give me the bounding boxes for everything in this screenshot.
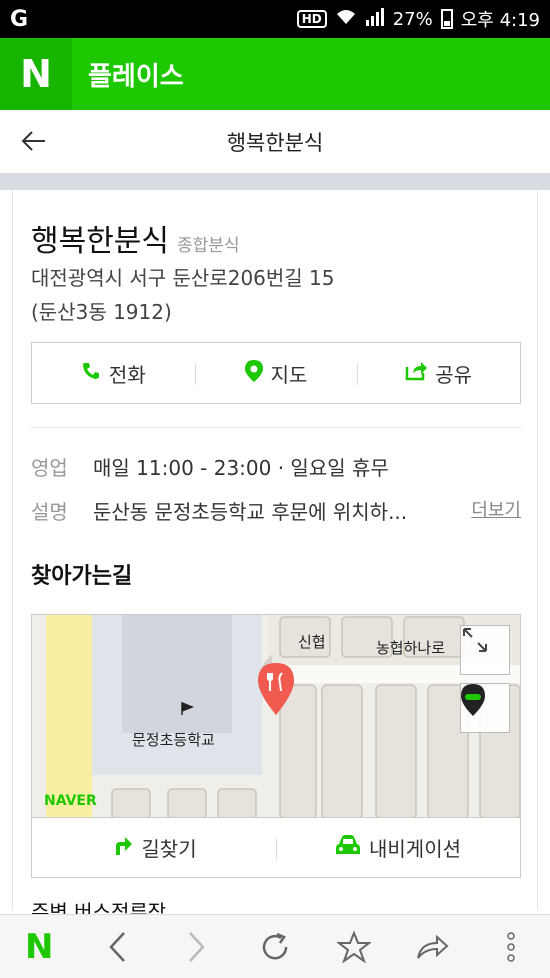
separator — [0, 174, 550, 190]
hours-value: 매일 11:00 - 23:00 · 일요일 휴무 — [93, 456, 389, 480]
share-icon — [405, 361, 428, 386]
naver-home-icon[interactable]: N — [9, 917, 69, 977]
map-label-bank2: 농협하나로 — [376, 639, 446, 657]
app-header: N 플레이스 — [0, 38, 550, 110]
refresh-icon[interactable] — [245, 917, 305, 977]
title-bar: 행복한분식 — [0, 110, 550, 174]
directions-title: 찾아가는길 — [31, 564, 133, 589]
route-bar: 길찾기 내비게이션 — [31, 818, 521, 878]
screen: G HD 27% 오후 4:19 N 플레이스 행복한분식 행복한분식종합분식 — [0, 0, 550, 978]
app-title: 플레이스 — [88, 61, 184, 92]
route-label: 길찾기 — [141, 837, 197, 861]
turn-right-icon — [111, 834, 133, 861]
back-icon[interactable] — [88, 917, 148, 977]
description-value: 둔산동 문정초등학교 후문에 위치하... — [93, 500, 408, 524]
hours-row: 영업 매일 11:00 - 23:00 · 일요일 휴무 — [31, 452, 521, 481]
map-button[interactable]: 지도 — [194, 343, 358, 403]
call-label: 전화 — [108, 362, 146, 387]
clock: 오후 4:19 — [460, 10, 540, 31]
share-label: 공유 — [435, 362, 473, 387]
signal-icon — [365, 7, 385, 31]
map-pin-icon — [244, 359, 263, 387]
browser-toolbar: N — [0, 914, 550, 978]
navigation-button[interactable]: 내비게이션 — [276, 818, 520, 877]
place-card: 행복한분식 종합분식 대전광역시 서구 둔산로206번길 15 (둔산3동 191… — [12, 190, 538, 924]
action-bar: 전화 지도 공유 — [31, 342, 521, 404]
map-label-school: 문정초등학교 — [132, 731, 215, 749]
map-graphic — [32, 615, 520, 817]
status-icons: HD 27% 오후 4:19 — [296, 6, 540, 32]
naver-map-logo: NAVER — [44, 793, 97, 809]
more-link[interactable]: 더보기 — [471, 496, 521, 525]
map-view[interactable]: 신협 농협하나로 문정초등학교 NAVER — [31, 614, 521, 818]
phone-icon — [81, 361, 101, 386]
place-name-row: 행복한분식 종합분식 — [31, 216, 240, 260]
address-line-2: (둔산3동 1912) — [31, 300, 172, 324]
g-icon: G — [10, 6, 29, 32]
navigation-label: 내비게이션 — [369, 837, 461, 861]
description-label: 설명 — [31, 500, 68, 524]
call-button[interactable]: 전화 — [32, 343, 195, 403]
battery-percent: 27% — [392, 8, 433, 30]
battery-icon — [440, 9, 453, 29]
status-bar: G HD 27% 오후 4:19 — [0, 0, 550, 38]
more-menu-icon[interactable] — [481, 917, 541, 977]
place-name: 행복한분식 — [31, 224, 169, 259]
wifi-icon — [335, 8, 357, 31]
map-label-bank1: 신협 — [298, 633, 326, 651]
page-title: 행복한분식 — [226, 130, 324, 155]
location-pin-icon[interactable] — [460, 683, 510, 733]
naver-logo[interactable]: N — [0, 38, 72, 110]
address-line-1: 대전광역시 서구 둔산로206번길 15 — [31, 266, 335, 290]
description-row: 설명 둔산동 문정초등학교 후문에 위치하... 더보기 — [31, 496, 521, 525]
hd-badge: HD — [296, 10, 327, 28]
divider — [31, 427, 521, 428]
car-icon — [335, 834, 361, 861]
share-arrow-icon[interactable] — [402, 917, 462, 977]
map-label: 지도 — [270, 362, 308, 387]
route-button[interactable]: 길찾기 — [32, 818, 276, 877]
expand-map-icon[interactable] — [460, 625, 510, 675]
bookmark-star-icon[interactable] — [324, 917, 384, 977]
share-button[interactable]: 공유 — [357, 343, 520, 403]
hours-label: 영업 — [31, 456, 68, 480]
forward-icon[interactable] — [166, 917, 226, 977]
arrow-left-icon[interactable] — [20, 127, 48, 162]
place-category: 종합분식 — [177, 236, 240, 256]
